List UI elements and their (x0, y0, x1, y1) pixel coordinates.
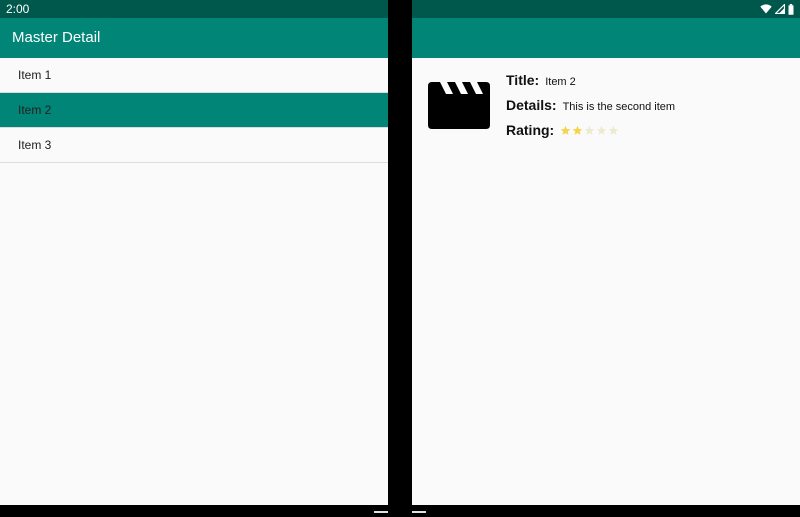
wifi-icon (760, 4, 772, 14)
nav-handle-left[interactable] (374, 511, 388, 513)
cell-signal-icon (775, 4, 785, 14)
title-value: Item 2 (545, 76, 576, 88)
master-pane: Master Detail Item 1 Item 2 Item 3 (0, 18, 388, 505)
details-value: This is the second item (562, 101, 676, 113)
list-item-label: Item 1 (18, 68, 52, 82)
detail-panel: Title: Item 2 Details: This is the secon… (506, 72, 796, 147)
list-item-selected[interactable]: Item 2 (0, 93, 388, 128)
screen: 2:00 Master Detail Item 1 Item 2 Item 3 … (0, 0, 800, 517)
star-filled-icon[interactable] (560, 125, 571, 136)
app-title: Master Detail (12, 29, 101, 46)
detail-pane: Title: Item 2 Details: This is the secon… (412, 18, 800, 505)
status-time: 2:00 (6, 2, 30, 16)
list-item[interactable]: Item 3 (0, 128, 388, 163)
status-icons (760, 3, 794, 15)
rating-bar[interactable] (560, 125, 619, 136)
item-list: Item 1 Item 2 Item 3 (0, 58, 388, 163)
details-row: Details: This is the second item (506, 97, 796, 122)
star-empty-icon[interactable] (596, 125, 607, 136)
rating-row: Rating: (506, 122, 796, 147)
rating-label: Rating: (506, 122, 555, 138)
details-label: Details: (506, 97, 557, 113)
movie-clapperboard-icon (428, 82, 490, 129)
master-app-bar: Master Detail (0, 18, 388, 58)
device-hinge (388, 0, 412, 517)
nav-handle-right[interactable] (412, 511, 426, 513)
title-label: Title: (506, 72, 540, 88)
list-item[interactable]: Item 1 (0, 58, 388, 93)
battery-icon (788, 3, 794, 15)
star-filled-icon[interactable] (572, 125, 583, 136)
star-empty-icon[interactable] (608, 125, 619, 136)
detail-app-bar (412, 18, 800, 58)
list-item-label: Item 2 (18, 103, 52, 117)
star-empty-icon[interactable] (584, 125, 595, 136)
nav-bar (0, 505, 800, 517)
title-row: Title: Item 2 (506, 72, 796, 97)
list-item-label: Item 3 (18, 138, 52, 152)
